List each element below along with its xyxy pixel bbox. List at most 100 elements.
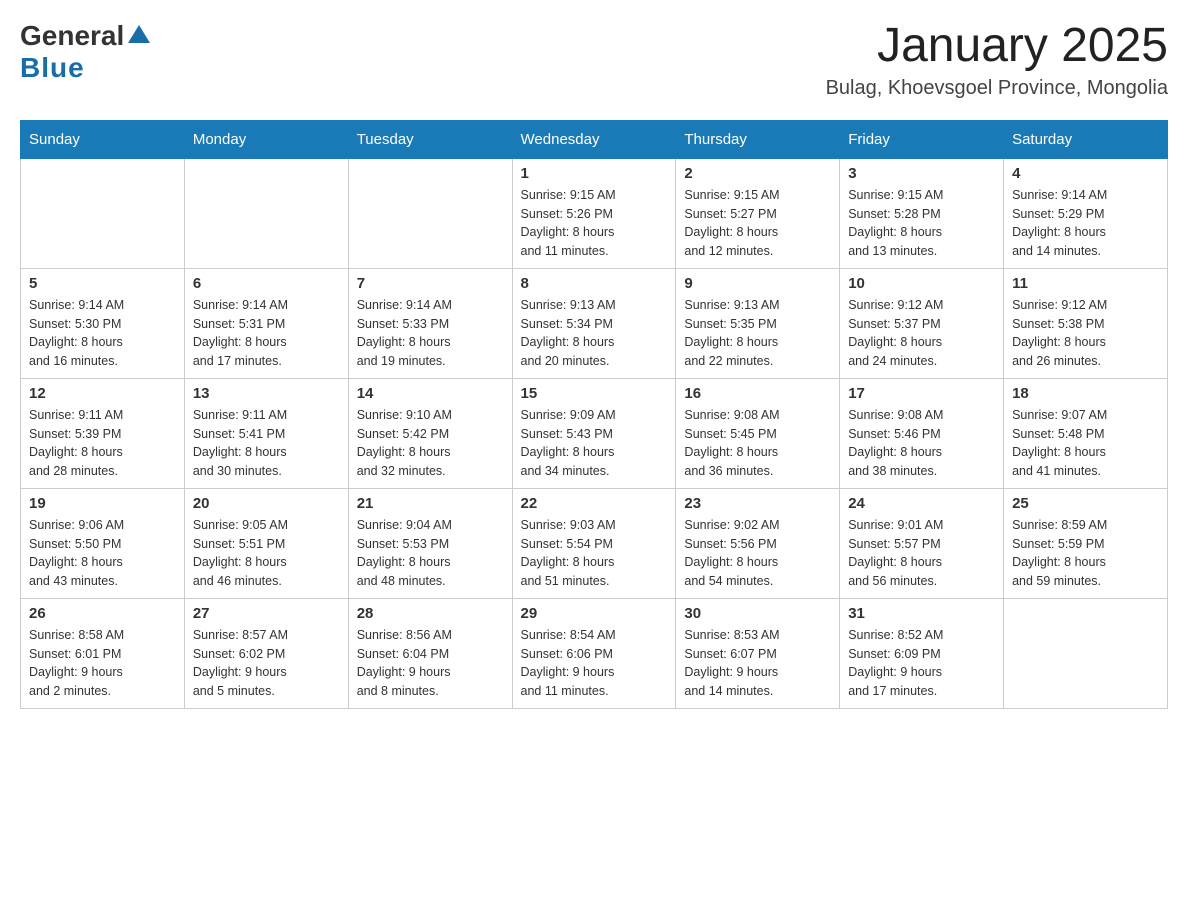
- page-header: General Blue January 2025 Bulag, Khoevsg…: [20, 20, 1168, 100]
- calendar-day-cell: 11 Sunrise: 9:12 AMSunset: 5:38 PMDayligh…: [1004, 268, 1168, 378]
- calendar-day-cell: 23 Sunrise: 9:02 AMSunset: 5:56 PMDayligh…: [676, 488, 840, 598]
- day-number: 31: [848, 605, 995, 622]
- day-info: Sunrise: 9:14 AMSunset: 5:33 PMDaylight:…: [357, 296, 504, 371]
- day-info: Sunrise: 9:12 AMSunset: 5:37 PMDaylight:…: [848, 296, 995, 371]
- day-number: 2: [684, 165, 831, 182]
- day-info: Sunrise: 8:54 AMSunset: 6:06 PMDaylight:…: [521, 626, 668, 701]
- calendar-day-cell: 3 Sunrise: 9:15 AMSunset: 5:28 PMDaylight…: [840, 158, 1004, 268]
- day-info: Sunrise: 9:06 AMSunset: 5:50 PMDaylight:…: [29, 516, 176, 591]
- day-info: Sunrise: 9:08 AMSunset: 5:46 PMDaylight:…: [848, 406, 995, 481]
- title-section: January 2025 Bulag, Khoevsgoel Province,…: [826, 20, 1168, 100]
- day-number: 3: [848, 165, 995, 182]
- calendar-day-cell: 18 Sunrise: 9:07 AMSunset: 5:48 PMDayligh…: [1004, 378, 1168, 488]
- logo-triangle-icon: [128, 25, 150, 43]
- day-info: Sunrise: 8:57 AMSunset: 6:02 PMDaylight:…: [193, 626, 340, 701]
- day-info: Sunrise: 9:09 AMSunset: 5:43 PMDaylight:…: [521, 406, 668, 481]
- calendar-subtitle: Bulag, Khoevsgoel Province, Mongolia: [826, 77, 1168, 100]
- day-info: Sunrise: 9:04 AMSunset: 5:53 PMDaylight:…: [357, 516, 504, 591]
- day-number: 6: [193, 275, 340, 292]
- calendar-day-cell: 30Sunrise: 8:53 AMSunset: 6:07 PMDayligh…: [676, 598, 840, 708]
- calendar-day-cell: 21 Sunrise: 9:04 AMSunset: 5:53 PMDayligh…: [348, 488, 512, 598]
- day-info: Sunrise: 9:10 AMSunset: 5:42 PMDaylight:…: [357, 406, 504, 481]
- calendar-week-row: 12Sunrise: 9:11 AMSunset: 5:39 PMDayligh…: [21, 378, 1168, 488]
- calendar-week-row: 26 Sunrise: 8:58 AMSunset: 6:01 PMDayligh…: [21, 598, 1168, 708]
- calendar-day-cell: 9Sunrise: 9:13 AMSunset: 5:35 PMDaylight…: [676, 268, 840, 378]
- logo-general-text: General: [20, 20, 124, 52]
- calendar-day-cell: 19 Sunrise: 9:06 AMSunset: 5:50 PMDayligh…: [21, 488, 185, 598]
- calendar-day-cell: 25 Sunrise: 8:59 AMSunset: 5:59 PMDayligh…: [1004, 488, 1168, 598]
- day-number: 13: [193, 385, 340, 402]
- calendar-day-cell: 8 Sunrise: 9:13 AMSunset: 5:34 PMDaylight…: [512, 268, 676, 378]
- calendar-table: SundayMondayTuesdayWednesdayThursdayFrid…: [20, 120, 1168, 709]
- day-number: 24: [848, 495, 995, 512]
- day-info: Sunrise: 9:12 AMSunset: 5:38 PMDaylight:…: [1012, 296, 1159, 371]
- calendar-day-cell: [184, 158, 348, 268]
- day-info: Sunrise: 9:15 AMSunset: 5:28 PMDaylight:…: [848, 186, 995, 261]
- day-number: 19: [29, 495, 176, 512]
- day-number: 26: [29, 605, 176, 622]
- calendar-day-cell: 2 Sunrise: 9:15 AMSunset: 5:27 PMDaylight…: [676, 158, 840, 268]
- day-number: 15: [521, 385, 668, 402]
- calendar-day-cell: 26 Sunrise: 8:58 AMSunset: 6:01 PMDayligh…: [21, 598, 185, 708]
- day-info: Sunrise: 9:01 AMSunset: 5:57 PMDaylight:…: [848, 516, 995, 591]
- day-info: Sunrise: 9:14 AMSunset: 5:29 PMDaylight:…: [1012, 186, 1159, 261]
- calendar-week-row: 19 Sunrise: 9:06 AMSunset: 5:50 PMDayligh…: [21, 488, 1168, 598]
- logo: General Blue: [20, 20, 150, 84]
- day-of-week-header: Saturday: [1004, 120, 1168, 158]
- calendar-day-cell: 16Sunrise: 9:08 AMSunset: 5:45 PMDayligh…: [676, 378, 840, 488]
- day-info: Sunrise: 9:14 AMSunset: 5:31 PMDaylight:…: [193, 296, 340, 371]
- calendar-day-cell: 15 Sunrise: 9:09 AMSunset: 5:43 PMDayligh…: [512, 378, 676, 488]
- calendar-day-cell: 31 Sunrise: 8:52 AMSunset: 6:09 PMDayligh…: [840, 598, 1004, 708]
- day-of-week-header: Wednesday: [512, 120, 676, 158]
- day-number: 4: [1012, 165, 1159, 182]
- calendar-day-cell: 10 Sunrise: 9:12 AMSunset: 5:37 PMDayligh…: [840, 268, 1004, 378]
- calendar-day-cell: 29 Sunrise: 8:54 AMSunset: 6:06 PMDayligh…: [512, 598, 676, 708]
- day-number: 14: [357, 385, 504, 402]
- day-info: Sunrise: 9:13 AMSunset: 5:34 PMDaylight:…: [521, 296, 668, 371]
- day-number: 23: [684, 495, 831, 512]
- day-info: Sunrise: 9:13 AMSunset: 5:35 PMDaylight:…: [684, 296, 831, 371]
- calendar-day-cell: 24 Sunrise: 9:01 AMSunset: 5:57 PMDayligh…: [840, 488, 1004, 598]
- day-info: Sunrise: 8:59 AMSunset: 5:59 PMDaylight:…: [1012, 516, 1159, 591]
- calendar-day-cell: [348, 158, 512, 268]
- calendar-day-cell: 20 Sunrise: 9:05 AMSunset: 5:51 PMDayligh…: [184, 488, 348, 598]
- day-number: 10: [848, 275, 995, 292]
- day-number: 27: [193, 605, 340, 622]
- calendar-day-cell: 17Sunrise: 9:08 AMSunset: 5:46 PMDayligh…: [840, 378, 1004, 488]
- day-info: Sunrise: 9:05 AMSunset: 5:51 PMDaylight:…: [193, 516, 340, 591]
- calendar-day-cell: 22 Sunrise: 9:03 AMSunset: 5:54 PMDayligh…: [512, 488, 676, 598]
- day-info: Sunrise: 8:52 AMSunset: 6:09 PMDaylight:…: [848, 626, 995, 701]
- day-number: 28: [357, 605, 504, 622]
- day-info: Sunrise: 9:03 AMSunset: 5:54 PMDaylight:…: [521, 516, 668, 591]
- calendar-week-row: 5Sunrise: 9:14 AMSunset: 5:30 PMDaylight…: [21, 268, 1168, 378]
- day-number: 20: [193, 495, 340, 512]
- day-info: Sunrise: 9:15 AMSunset: 5:27 PMDaylight:…: [684, 186, 831, 261]
- day-info: Sunrise: 9:14 AMSunset: 5:30 PMDaylight:…: [29, 296, 176, 371]
- day-number: 8: [521, 275, 668, 292]
- calendar-day-cell: 14 Sunrise: 9:10 AMSunset: 5:42 PMDayligh…: [348, 378, 512, 488]
- logo-blue-text: Blue: [20, 52, 85, 83]
- calendar-day-cell: 27 Sunrise: 8:57 AMSunset: 6:02 PMDayligh…: [184, 598, 348, 708]
- day-number: 25: [1012, 495, 1159, 512]
- day-number: 1: [521, 165, 668, 182]
- day-number: 22: [521, 495, 668, 512]
- calendar-day-cell: 13Sunrise: 9:11 AMSunset: 5:41 PMDayligh…: [184, 378, 348, 488]
- day-info: Sunrise: 9:15 AMSunset: 5:26 PMDaylight:…: [521, 186, 668, 261]
- day-number: 29: [521, 605, 668, 622]
- calendar-week-row: 1 Sunrise: 9:15 AMSunset: 5:26 PMDaylight…: [21, 158, 1168, 268]
- day-number: 12: [29, 385, 176, 402]
- calendar-title: January 2025: [826, 20, 1168, 73]
- calendar-day-cell: 5Sunrise: 9:14 AMSunset: 5:30 PMDaylight…: [21, 268, 185, 378]
- day-info: Sunrise: 8:58 AMSunset: 6:01 PMDaylight:…: [29, 626, 176, 701]
- day-info: Sunrise: 9:02 AMSunset: 5:56 PMDaylight:…: [684, 516, 831, 591]
- day-of-week-header: Monday: [184, 120, 348, 158]
- calendar-day-cell: 1 Sunrise: 9:15 AMSunset: 5:26 PMDaylight…: [512, 158, 676, 268]
- calendar-day-cell: [21, 158, 185, 268]
- day-info: Sunrise: 8:56 AMSunset: 6:04 PMDaylight:…: [357, 626, 504, 701]
- day-info: Sunrise: 9:08 AMSunset: 5:45 PMDaylight:…: [684, 406, 831, 481]
- day-info: Sunrise: 9:07 AMSunset: 5:48 PMDaylight:…: [1012, 406, 1159, 481]
- calendar-day-cell: 6 Sunrise: 9:14 AMSunset: 5:31 PMDaylight…: [184, 268, 348, 378]
- day-number: 11: [1012, 275, 1159, 292]
- day-number: 21: [357, 495, 504, 512]
- day-number: 18: [1012, 385, 1159, 402]
